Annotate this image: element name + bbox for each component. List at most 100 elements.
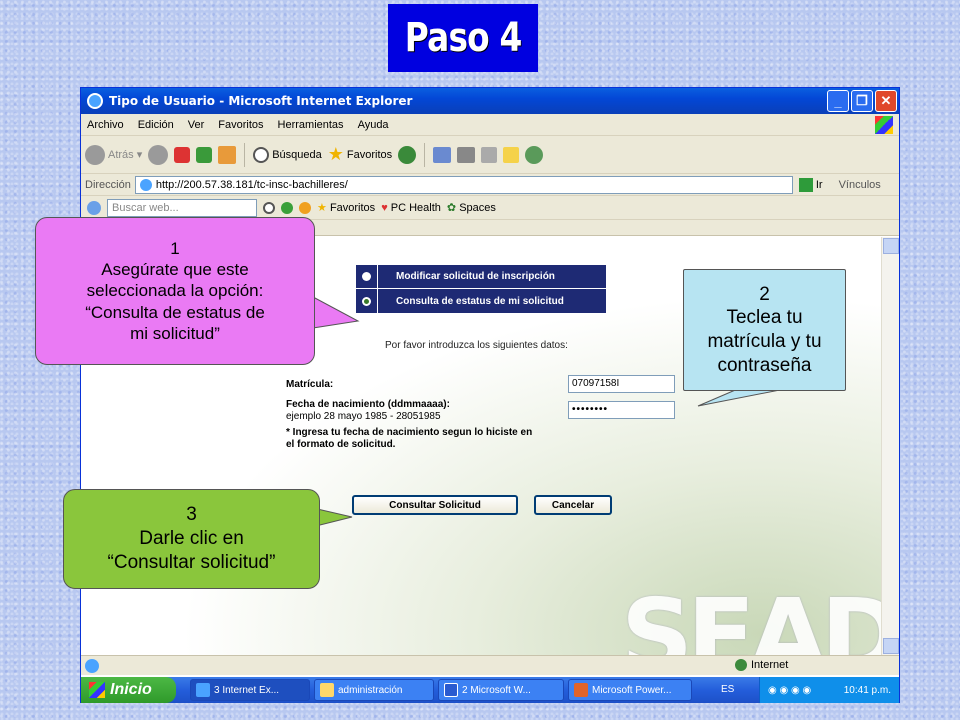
note-line-1: * Ingresa tu fecha de nacimiento segun l… (286, 427, 533, 438)
option-consulta[interactable]: Consulta de estatus de mi solicitud (356, 289, 606, 313)
option-modificar[interactable]: Modificar solicitud de inscripción (356, 264, 606, 289)
consultar-solicitud-button[interactable]: Consultar Solicitud (352, 495, 518, 515)
go-label: Ir (815, 178, 823, 191)
search-icon[interactable] (263, 201, 275, 214)
option-label: Consulta de estatus de mi solicitud (396, 295, 564, 307)
menu-herramientas[interactable]: Herramientas (278, 119, 344, 131)
stop-icon[interactable] (174, 146, 191, 163)
back-button[interactable]: Atrás ▾ (85, 144, 142, 165)
task-microsoft-word[interactable]: 2 Microsoft W... (438, 679, 564, 701)
menu-edicion[interactable]: Edición (138, 119, 174, 131)
windows-flag-icon (89, 682, 105, 698)
window-title: Tipo de Usuario - Microsoft Internet Exp… (109, 94, 413, 108)
search-button[interactable]: Búsqueda (253, 146, 322, 163)
page-loaded-icon (85, 659, 99, 673)
radio-dot-selected (362, 296, 371, 306)
password-input[interactable]: •••••••• (568, 401, 675, 419)
start-label: Inicio (110, 681, 152, 698)
callout-2-number: 2 (759, 283, 770, 305)
edit-icon[interactable] (481, 146, 498, 163)
pchealth-menu[interactable]: ♥ PC Health (381, 202, 441, 214)
toolbar-separator (244, 142, 246, 167)
vertical-scrollbar[interactable] (881, 237, 899, 655)
links-button[interactable]: Vínculos (839, 179, 881, 191)
callout-2-line-2: matrícula y tu (707, 331, 822, 352)
history-icon[interactable] (398, 145, 417, 164)
web-search-input[interactable]: Buscar web... (107, 198, 257, 217)
radio-dot (362, 272, 371, 281)
msn-icon[interactable] (87, 200, 101, 215)
taskbar: Inicio 3 Internet Ex... administración 2… (81, 677, 899, 703)
scroll-up-button[interactable] (883, 238, 899, 254)
print-icon[interactable] (457, 146, 476, 163)
clock: 10:41 p.m. (843, 684, 891, 696)
option-table: Modificar solicitud de inscripción Consu… (355, 264, 607, 314)
radio-consulta[interactable] (356, 289, 378, 313)
callout-3-line-2: “Consultar solicitud” (107, 551, 276, 573)
powerpoint-icon (574, 683, 588, 697)
callout-1: 1 Asegúrate que este seleccionada la opc… (35, 217, 315, 365)
matricula-input[interactable]: 07097158I (568, 375, 675, 393)
task-microsoft-powerpoint[interactable]: Microsoft Power... (568, 679, 692, 701)
task-label: Microsoft Power... (592, 684, 672, 696)
slide-title-box: Paso 4 (388, 4, 538, 72)
cancelar-button[interactable]: Cancelar (534, 495, 612, 515)
messenger-icon[interactable] (299, 201, 311, 214)
matricula-label: Matrícula: (286, 379, 334, 390)
callout-2-line-1: Teclea tu (726, 307, 803, 329)
menu-ayuda[interactable]: Ayuda (358, 119, 389, 131)
tray-icons[interactable]: ◉ ◉ ◉ ◉ (768, 685, 811, 696)
minimize-button[interactable]: _ (827, 90, 849, 112)
slide-title: Paso 4 (404, 15, 522, 61)
favorites-button[interactable]: ★ Favoritos (328, 144, 392, 165)
discuss-icon[interactable] (503, 146, 520, 163)
callout-2-line-3: contraseña (717, 354, 812, 376)
go-button[interactable]: Ir (798, 177, 823, 192)
favorites-menu[interactable]: ★ Favoritos (317, 201, 375, 214)
address-label: Dirección (85, 178, 131, 191)
refresh-icon[interactable] (196, 146, 213, 163)
globe-icon (735, 659, 747, 671)
back-label: Atrás (108, 148, 134, 161)
menu-archivo[interactable]: Archivo (87, 119, 124, 131)
spaces-label: Spaces (459, 202, 496, 214)
callout-3-line-1: Darle clic en (139, 528, 244, 550)
task-internet-explorer[interactable]: 3 Internet Ex... (190, 679, 310, 701)
back-arrow-icon (85, 144, 105, 165)
zone-label: Internet (751, 659, 789, 671)
callout-3-number: 3 (186, 504, 197, 526)
task-label: administración (338, 684, 403, 696)
title-bar[interactable]: Tipo de Usuario - Microsoft Internet Exp… (81, 88, 899, 114)
option-label: Modificar solicitud de inscripción (396, 271, 555, 282)
start-button[interactable]: Inicio (81, 677, 176, 703)
forward-arrow-icon[interactable] (148, 144, 169, 165)
task-administracion[interactable]: administración (314, 679, 434, 701)
favorites-menu-label: Favoritos (329, 202, 376, 214)
magnifier-icon (253, 146, 270, 163)
form-prompt: Por favor introduzca los siguientes dato… (385, 340, 568, 351)
plus-icon[interactable] (281, 201, 293, 214)
callout-1-line-4: mi solicitud” (130, 323, 220, 343)
word-icon (444, 683, 458, 697)
callout-1-number: 1 (170, 238, 180, 258)
address-input[interactable]: http://200.57.38.181/tc-insc-bachilleres… (134, 175, 793, 194)
ie-logo-icon (87, 93, 103, 109)
callout-1-line-3: “Consulta de estatus de (85, 302, 265, 322)
spaces-icon: ✿ (446, 202, 457, 214)
messenger-icon[interactable] (525, 145, 544, 164)
status-bar: Internet (81, 655, 899, 675)
callout-3: 3 Darle clic en “Consultar solicitud” (63, 489, 320, 589)
mail-icon[interactable] (433, 146, 452, 163)
address-url: http://200.57.38.181/tc-insc-bachilleres… (155, 178, 348, 191)
menu-favoritos[interactable]: Favoritos (218, 119, 263, 131)
search-label: Búsqueda (272, 148, 322, 161)
callout-1-line-1: Asegúrate que este (101, 260, 249, 280)
home-icon[interactable] (218, 145, 237, 164)
spaces-menu[interactable]: ✿ Spaces (447, 201, 496, 214)
maximize-button[interactable]: ❐ (851, 90, 873, 112)
scroll-down-button[interactable] (883, 638, 899, 654)
radio-modificar[interactable] (356, 264, 378, 289)
menu-ver[interactable]: Ver (188, 119, 205, 131)
close-button[interactable]: ✕ (875, 90, 897, 112)
language-indicator[interactable]: ES (721, 684, 734, 695)
